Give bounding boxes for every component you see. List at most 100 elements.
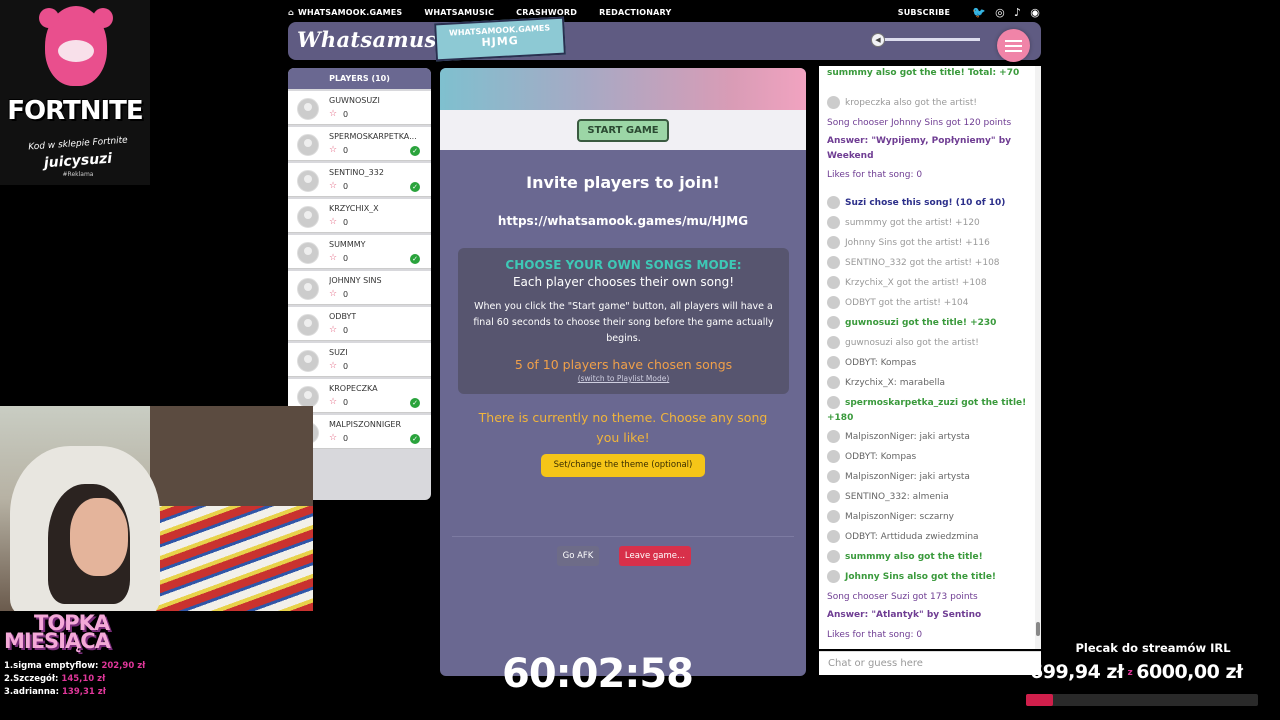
chat-panel: summmy also got the title! Total: +70 kro…: [819, 66, 1041, 649]
chat-message: SENTINO_332 got the artist! +108: [827, 256, 1027, 271]
player-name: JOHNNY SINS: [329, 276, 382, 285]
chat-message: guwnosuzi also got the artist!: [827, 336, 1027, 351]
invite-title: Invite players to join!: [526, 173, 720, 192]
player-row[interactable]: ODBYT ☆ 0: [288, 307, 431, 341]
discord-icon[interactable]: ◉: [1030, 6, 1040, 19]
twitter-icon[interactable]: 🐦: [972, 6, 986, 19]
player-name: KRZYCHIX_X: [329, 204, 379, 213]
player-row[interactable]: SENTINO_332 ☆ 0 ✓: [288, 163, 431, 197]
star-icon[interactable]: ☆: [329, 289, 337, 299]
goal-title: Plecak do streamów IRL: [1075, 641, 1231, 655]
start-game-button[interactable]: START GAME: [577, 119, 669, 142]
instagram-icon[interactable]: ◎: [995, 6, 1005, 19]
webcam-feed: [0, 406, 313, 611]
chat-input[interactable]: Chat or guess here: [819, 651, 1041, 675]
volume-slider[interactable]: ◀: [866, 33, 984, 47]
fortnite-promo-overlay: FORTNITE Kod w sklepie Fortnite juicysuz…: [0, 0, 150, 185]
star-icon[interactable]: ☆: [329, 181, 337, 191]
avatar: [297, 242, 319, 264]
invite-url[interactable]: https://whatsamook.games/mu/HJMG: [440, 214, 806, 228]
chat-message: MalpiszonNiger: sczarny: [827, 510, 1027, 525]
chat-message: Krzychix_X: marabella: [827, 376, 1027, 391]
nav-redactionary-link[interactable]: REDACTIONARY: [599, 8, 671, 17]
check-icon: ✓: [410, 182, 420, 192]
nav-crashword-link[interactable]: CRASHWORD: [516, 8, 577, 17]
avatar: [827, 216, 840, 229]
room-code-badge: WHATSAMOOK.GAMES HJMG: [434, 16, 566, 62]
chat-message: Johnny Sins also got the title!: [827, 570, 1027, 585]
volume-track[interactable]: [880, 38, 980, 41]
chat-message: MalpiszonNiger: jaki artysta: [827, 470, 1027, 485]
goal-amount: 699,94 zł z 6000,00 zł: [1030, 661, 1243, 683]
star-icon[interactable]: ☆: [329, 217, 337, 227]
player-score: 0: [343, 398, 349, 407]
player-name: SENTINO_332: [329, 168, 384, 177]
subscribe-link[interactable]: SUBSCRIBE: [898, 8, 951, 17]
player-row[interactable]: KRZYCHIX_X ☆ 0: [288, 199, 431, 233]
chat-message: Likes for that song: 0: [827, 630, 923, 640]
star-icon[interactable]: ☆: [329, 253, 337, 263]
star-icon[interactable]: ☆: [329, 361, 337, 371]
chat-message: Song chooser Johnny Sins got 120 points: [827, 118, 1012, 128]
chat-message: Answer: "Atlantyk" by Sentino: [827, 610, 982, 620]
nav-home-link[interactable]: ⌂ WHATSAMOOK.GAMES: [288, 8, 402, 17]
check-icon: ✓: [410, 254, 420, 264]
player-row[interactable]: SUZI ☆ 0: [288, 343, 431, 377]
tiktok-icon[interactable]: ♪: [1014, 6, 1021, 19]
player-row[interactable]: JOHNNY SINS ☆ 0: [288, 271, 431, 305]
set-theme-button[interactable]: Set/change the theme (optional): [541, 454, 705, 477]
mode-box: CHOOSE YOUR OWN SONGS MODE: Each player …: [458, 248, 789, 394]
star-icon[interactable]: ☆: [329, 397, 337, 407]
divider: [452, 536, 794, 537]
player-name: GUWNOSUZI: [329, 96, 380, 105]
go-afk-button[interactable]: Go AFK: [557, 546, 599, 566]
avatar: [827, 296, 840, 309]
star-icon[interactable]: ☆: [329, 109, 337, 119]
player-name: MALPISZONNIGER: [329, 420, 402, 429]
home-icon: ⌂: [288, 7, 294, 17]
avatar: [827, 196, 840, 209]
avatar: [297, 350, 319, 372]
switch-to-playlist-link[interactable]: (switch to Playlist Mode): [458, 374, 789, 383]
chat-message: kropeczka also got the artist!: [827, 96, 1027, 111]
star-icon[interactable]: ☆: [329, 433, 337, 443]
fortnite-logo: FORTNITE: [7, 96, 143, 126]
avatar: [827, 530, 840, 543]
avatar: [827, 396, 840, 409]
avatar: [827, 470, 840, 483]
avatar: [827, 256, 840, 269]
avatar: [827, 550, 840, 563]
chat-scrollbar[interactable]: [1035, 66, 1041, 649]
mode-title: CHOOSE YOUR OWN SONGS MODE:: [505, 258, 742, 272]
speaker-icon[interactable]: ◀: [871, 33, 885, 47]
leave-game-button[interactable]: Leave game...: [619, 546, 691, 566]
player-name: KROPECZKA: [329, 384, 378, 393]
mode-subtitle: Each player chooses their own song!: [512, 275, 735, 289]
avatar: [827, 510, 840, 523]
goal-progress-fill: [1026, 694, 1054, 706]
player-score: 0: [343, 434, 349, 443]
nav-whatsamusic-link[interactable]: WHATSAMUSIC: [424, 8, 494, 17]
player-score: 0: [343, 290, 349, 299]
player-row[interactable]: SPERMOSKARPETKA... ☆ 0 ✓: [288, 127, 431, 161]
star-icon[interactable]: ☆: [329, 145, 337, 155]
lobby-banner: [440, 68, 806, 110]
player-score: 0: [343, 182, 349, 191]
avatar: [827, 356, 840, 369]
chat-message: Song chooser Suzi got 173 points: [827, 592, 978, 602]
chat-message: ODBYT: Kompas: [827, 450, 1027, 465]
player-score: 0: [343, 146, 349, 155]
chat-message: Answer: "Wypijemy, Popłyniemy" by Weeken…: [827, 136, 1012, 161]
chat-message: summmy also got the title! Total: +70: [827, 68, 1020, 78]
game-lobby-panel: START GAME Invite players to join! https…: [440, 68, 806, 676]
player-row[interactable]: SUMMMY ☆ 0 ✓: [288, 235, 431, 269]
avatar: [827, 376, 840, 389]
chat-message: MalpiszonNiger: jaki artysta: [827, 430, 1027, 445]
player-row[interactable]: GUWNOSUZI ☆ 0: [288, 91, 431, 125]
avatar: [827, 336, 840, 349]
avatar: [297, 206, 319, 228]
star-icon[interactable]: ☆: [329, 325, 337, 335]
avatar: [297, 134, 319, 156]
check-icon: ✓: [410, 398, 420, 408]
hamburger-menu-button[interactable]: [997, 29, 1030, 62]
